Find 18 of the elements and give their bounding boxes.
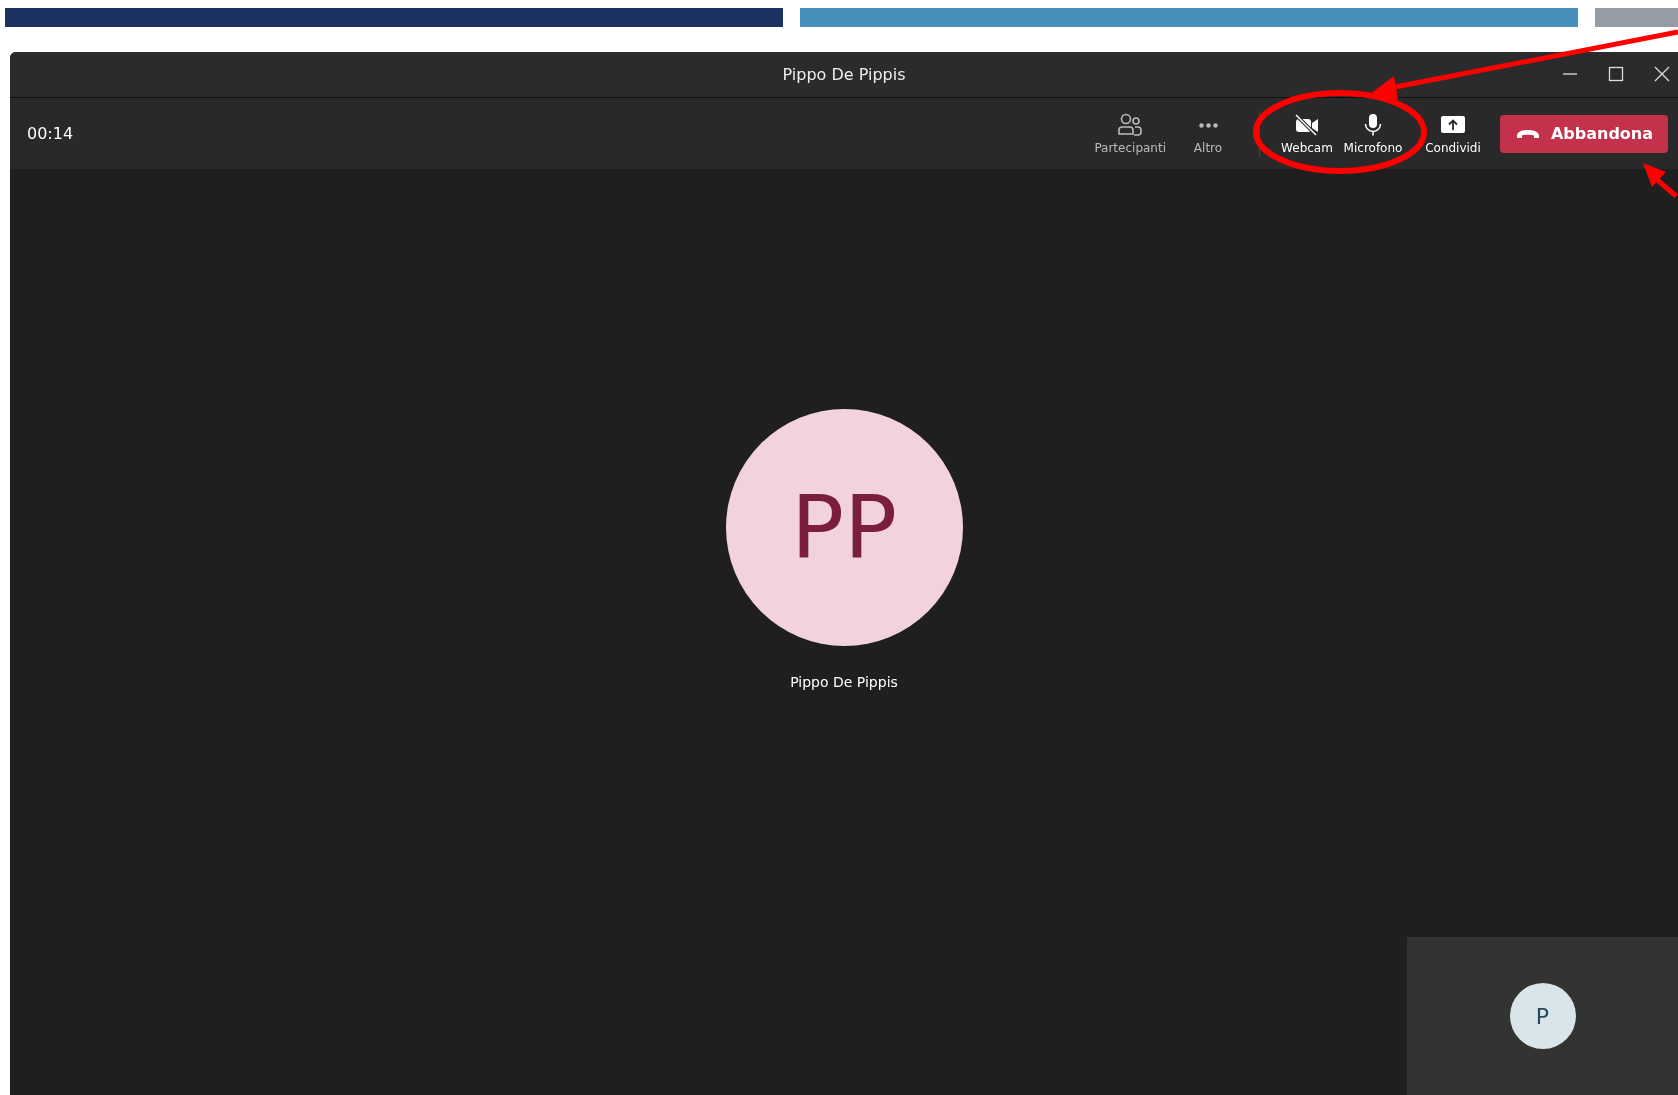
participant-name: Pippo De Pippis bbox=[790, 674, 898, 690]
more-icon bbox=[1198, 122, 1218, 128]
window-title: Pippo De Pippis bbox=[782, 65, 906, 84]
leave-button[interactable]: Abbandona bbox=[1500, 114, 1668, 153]
phone-icon bbox=[1514, 127, 1541, 140]
microphone-button[interactable]: Microfono bbox=[1340, 108, 1406, 159]
close-icon[interactable] bbox=[1654, 66, 1670, 82]
participants-button[interactable]: Partecipanti bbox=[1091, 108, 1169, 159]
webcam-button[interactable]: Webcam bbox=[1274, 108, 1340, 159]
avatar: P bbox=[1509, 983, 1576, 1049]
maximize-icon[interactable] bbox=[1608, 66, 1624, 82]
camera-icon bbox=[1293, 112, 1321, 137]
more-button[interactable]: Altro bbox=[1175, 108, 1241, 159]
avatar: PP bbox=[725, 409, 963, 646]
call-timer: 00:14 bbox=[27, 124, 74, 143]
people-icon bbox=[1117, 112, 1144, 137]
share-button[interactable]: Condividi bbox=[1420, 108, 1486, 159]
annotation-arrow bbox=[1643, 163, 1678, 198]
